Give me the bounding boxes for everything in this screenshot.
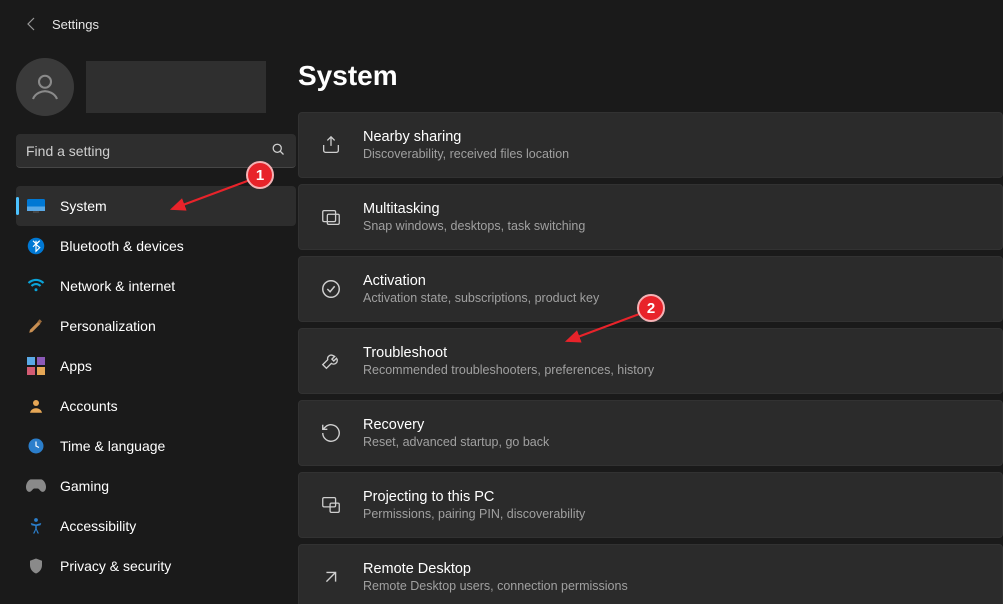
recovery-icon [319, 421, 343, 445]
wifi-icon [26, 276, 46, 296]
shield-icon [26, 556, 46, 576]
back-button[interactable] [16, 10, 44, 38]
sidebar-item-gaming[interactable]: Gaming [16, 466, 296, 506]
sidebar-item-label: Network & internet [60, 278, 175, 294]
titlebar: Settings [0, 0, 1003, 48]
wrench-icon [319, 349, 343, 373]
page-title: System [298, 60, 1003, 92]
apps-icon [26, 356, 46, 376]
sidebar-item-time-language[interactable]: Time & language [16, 426, 296, 466]
card-desc: Snap windows, desktops, task switching [363, 219, 585, 233]
share-icon [319, 133, 343, 157]
remote-desktop-icon [319, 565, 343, 589]
sidebar: System Bluetooth & devices Network & int… [0, 48, 298, 604]
card-title: Remote Desktop [363, 561, 628, 577]
multitask-icon [319, 205, 343, 229]
sidebar-nav: System Bluetooth & devices Network & int… [16, 186, 296, 586]
card-projecting[interactable]: Projecting to this PC Permissions, pairi… [298, 472, 1003, 538]
sidebar-item-label: System [60, 198, 107, 214]
card-title: Activation [363, 273, 599, 289]
card-title: Troubleshoot [363, 345, 654, 361]
sidebar-item-label: Accessibility [60, 518, 136, 534]
card-recovery[interactable]: Recovery Reset, advanced startup, go bac… [298, 400, 1003, 466]
window-title: Settings [52, 17, 99, 32]
accessibility-icon [26, 516, 46, 536]
user-name-block [86, 61, 266, 113]
display-icon [26, 196, 46, 216]
card-desc: Remote Desktop users, connection permiss… [363, 579, 628, 593]
card-desc: Reset, advanced startup, go back [363, 435, 549, 449]
card-desc: Permissions, pairing PIN, discoverabilit… [363, 507, 585, 521]
sidebar-item-personalization[interactable]: Personalization [16, 306, 296, 346]
sidebar-item-label: Apps [60, 358, 92, 374]
annotation-badge-2: 2 [637, 294, 665, 322]
projecting-icon [319, 493, 343, 517]
card-title: Multitasking [363, 201, 585, 217]
card-title: Nearby sharing [363, 129, 569, 145]
card-troubleshoot[interactable]: Troubleshoot Recommended troubleshooters… [298, 328, 1003, 394]
sidebar-item-label: Personalization [60, 318, 156, 334]
bluetooth-icon [26, 236, 46, 256]
sidebar-item-label: Privacy & security [60, 558, 171, 574]
sidebar-item-apps[interactable]: Apps [16, 346, 296, 386]
paintbrush-icon [26, 316, 46, 336]
card-multitasking[interactable]: Multitasking Snap windows, desktops, tas… [298, 184, 1003, 250]
sidebar-item-bluetooth[interactable]: Bluetooth & devices [16, 226, 296, 266]
user-account-row[interactable] [16, 58, 298, 116]
sidebar-item-label: Time & language [60, 438, 165, 454]
clock-icon [26, 436, 46, 456]
card-desc: Discoverability, received files location [363, 147, 569, 161]
sidebar-item-label: Accounts [60, 398, 118, 414]
sidebar-item-accounts[interactable]: Accounts [16, 386, 296, 426]
card-remote-desktop[interactable]: Remote Desktop Remote Desktop users, con… [298, 544, 1003, 604]
card-desc: Recommended troubleshooters, preferences… [363, 363, 654, 377]
card-desc: Activation state, subscriptions, product… [363, 291, 599, 305]
sidebar-item-accessibility[interactable]: Accessibility [16, 506, 296, 546]
card-title: Recovery [363, 417, 549, 433]
sidebar-item-privacy[interactable]: Privacy & security [16, 546, 296, 586]
search-icon [271, 142, 286, 162]
sidebar-item-label: Bluetooth & devices [60, 238, 184, 254]
sidebar-item-system[interactable]: System [16, 186, 296, 226]
card-title: Projecting to this PC [363, 489, 585, 505]
annotation-badge-1: 1 [246, 161, 274, 189]
person-icon [26, 396, 46, 416]
card-nearby-sharing[interactable]: Nearby sharing Discoverability, received… [298, 112, 1003, 178]
check-circle-icon [319, 277, 343, 301]
sidebar-item-network[interactable]: Network & internet [16, 266, 296, 306]
main-content: System Nearby sharing Discoverability, r… [298, 48, 1003, 604]
gamepad-icon [26, 476, 46, 496]
sidebar-item-label: Gaming [60, 478, 109, 494]
avatar [16, 58, 74, 116]
